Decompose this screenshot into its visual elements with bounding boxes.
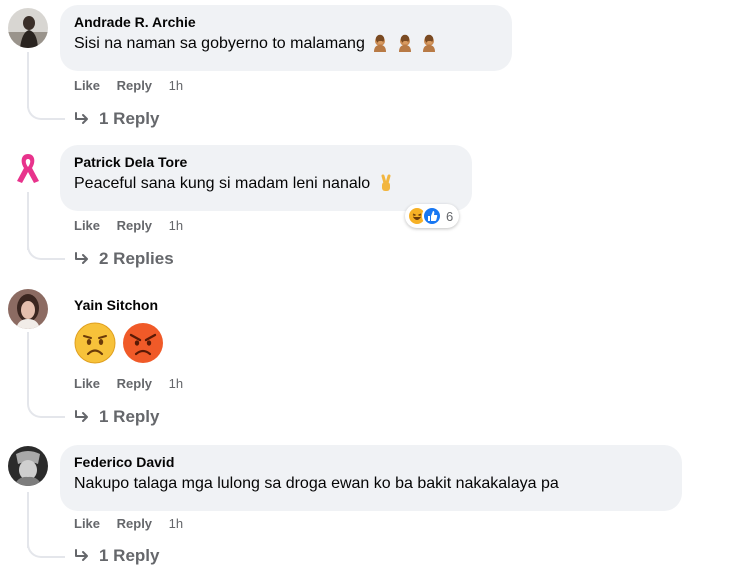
reply-button[interactable]: Reply xyxy=(117,516,152,531)
comment-author[interactable]: Yain Sitchon xyxy=(74,296,158,314)
person-facepalming-icon xyxy=(371,34,389,59)
comment-emoji-body xyxy=(74,322,170,364)
reactions-summary[interactable]: 6 xyxy=(405,204,460,228)
comment-text: Nakupo talaga mga lulong sa droga ewan k… xyxy=(74,475,559,492)
comment-author[interactable]: Andrade R. Archie xyxy=(74,13,498,31)
person-facepalming-icon xyxy=(396,34,414,59)
comment-text: Peaceful sana kung si madam leni nanalo xyxy=(74,173,458,199)
thread-connector xyxy=(27,242,65,260)
victory-hand-icon xyxy=(377,174,395,199)
reply-arrow-icon xyxy=(75,252,88,264)
replies-count-label: 1 Reply xyxy=(99,546,160,565)
view-replies-button[interactable]: 1 Reply xyxy=(74,109,159,129)
comment-actions: Like Reply 1h xyxy=(74,516,196,531)
comment-item: Yain Sitchon Like Reply 1h 1 Reply xyxy=(0,280,750,440)
reply-button[interactable]: Reply xyxy=(117,78,152,93)
comment-actions: Like Reply 1h xyxy=(74,78,196,93)
profile-photo-icon xyxy=(8,289,48,329)
view-replies-button[interactable]: 1 Reply xyxy=(74,407,159,427)
comment-text: Sisi na naman sa gobyerno to malamang xyxy=(74,33,498,59)
comment-author[interactable]: Patrick Dela Tore xyxy=(74,153,458,171)
like-button[interactable]: Like xyxy=(74,218,100,233)
replies-count-label: 1 Reply xyxy=(99,109,160,128)
reply-button[interactable]: Reply xyxy=(117,376,152,391)
comment-text-body: Sisi na naman sa gobyerno to malamang xyxy=(74,35,365,52)
reply-arrow-icon xyxy=(75,549,88,561)
angry-face-icon xyxy=(123,323,163,363)
avatar[interactable] xyxy=(8,8,48,48)
comment-bubble: Patrick Dela Tore Peaceful sana kung si … xyxy=(60,145,472,211)
comment-actions: Like Reply 1h xyxy=(74,376,196,391)
like-icon xyxy=(422,206,442,226)
frowning-face-icon xyxy=(74,322,116,364)
like-button[interactable]: Like xyxy=(74,516,100,531)
thread-connector xyxy=(27,100,65,120)
avatar[interactable] xyxy=(8,148,48,188)
avatar[interactable] xyxy=(8,446,48,486)
view-replies-button[interactable]: 2 Replies xyxy=(74,249,174,269)
comment-item: Federico David Nakupo talaga mga lulong … xyxy=(0,440,750,578)
reply-button[interactable]: Reply xyxy=(117,218,152,233)
thread-connector xyxy=(27,540,65,558)
comment-bubble: Federico David Nakupo talaga mga lulong … xyxy=(60,445,682,511)
comment-item: Patrick Dela Tore Peaceful sana kung si … xyxy=(0,140,750,280)
thread-line xyxy=(27,332,29,398)
comment-timestamp[interactable]: 1h xyxy=(169,218,183,233)
comment-timestamp[interactable]: 1h xyxy=(169,78,183,93)
comment-timestamp[interactable]: 1h xyxy=(169,516,183,531)
replies-count-label: 2 Replies xyxy=(99,249,174,268)
like-button[interactable]: Like xyxy=(74,376,100,391)
avatar[interactable] xyxy=(8,289,48,329)
comment-timestamp[interactable]: 1h xyxy=(169,376,183,391)
view-replies-button[interactable]: 1 Reply xyxy=(74,546,159,566)
comment-bubble: Andrade R. Archie Sisi na naman sa gobye… xyxy=(60,5,512,71)
comment-item: Andrade R. Archie Sisi na naman sa gobye… xyxy=(0,0,750,140)
replies-count-label: 1 Reply xyxy=(99,407,160,426)
reactions-count: 6 xyxy=(446,208,454,224)
profile-photo-icon xyxy=(8,446,48,486)
comment-text-body: Peaceful sana kung si madam leni nanalo xyxy=(74,175,371,192)
comment-author[interactable]: Federico David xyxy=(74,453,668,471)
reply-arrow-icon xyxy=(75,410,88,422)
thread-connector xyxy=(27,390,65,418)
profile-photo-icon xyxy=(8,8,48,48)
pink-ribbon-icon xyxy=(8,148,48,188)
person-facepalming-icon xyxy=(420,34,438,59)
like-button[interactable]: Like xyxy=(74,78,100,93)
reply-arrow-icon xyxy=(75,112,88,124)
comment-actions: Like Reply 1h xyxy=(74,218,196,233)
